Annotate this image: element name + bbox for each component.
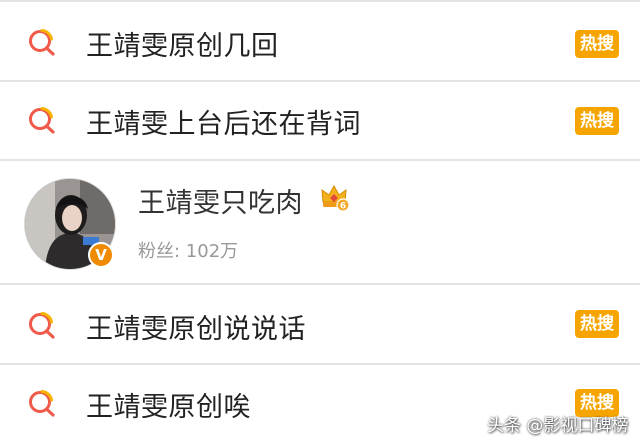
search-icon (26, 26, 58, 58)
search-results-list: 王靖雯原创几回 热搜 王靖雯上台后还在背词 热搜 V 王靖雯只吃肉 6 粉丝: … (0, 0, 640, 443)
follower-count: 粉丝: 102万 (138, 241, 239, 262)
crown-icon: 6 (319, 182, 349, 212)
vip-level: 6 (340, 202, 346, 212)
search-result-text: 王靖雯原创说说话 (86, 314, 306, 345)
user-name[interactable]: 王靖雯只吃肉 (138, 181, 303, 220)
search-result-text: 王靖雯原创唉 (86, 392, 251, 423)
search-icon (26, 104, 58, 136)
avatar-container[interactable]: V (24, 178, 116, 270)
hot-badge: 热搜 (575, 30, 619, 58)
hot-badge: 热搜 (575, 310, 619, 338)
search-result-row[interactable]: 王靖雯上台后还在背词 热搜 (0, 82, 640, 159)
verified-badge: V (88, 242, 114, 268)
search-result-text: 王靖雯原创几回 (86, 31, 279, 62)
search-result-row[interactable]: 王靖雯原创说说话 热搜 (0, 285, 640, 363)
search-result-text: 王靖雯上台后还在背词 (86, 109, 361, 140)
search-result-row[interactable]: 王靖雯原创几回 热搜 (0, 2, 640, 80)
watermark: 头条 @影视口碑榜 (487, 416, 629, 436)
hot-badge: 热搜 (575, 107, 619, 135)
search-icon (26, 309, 58, 341)
search-icon (26, 387, 58, 419)
